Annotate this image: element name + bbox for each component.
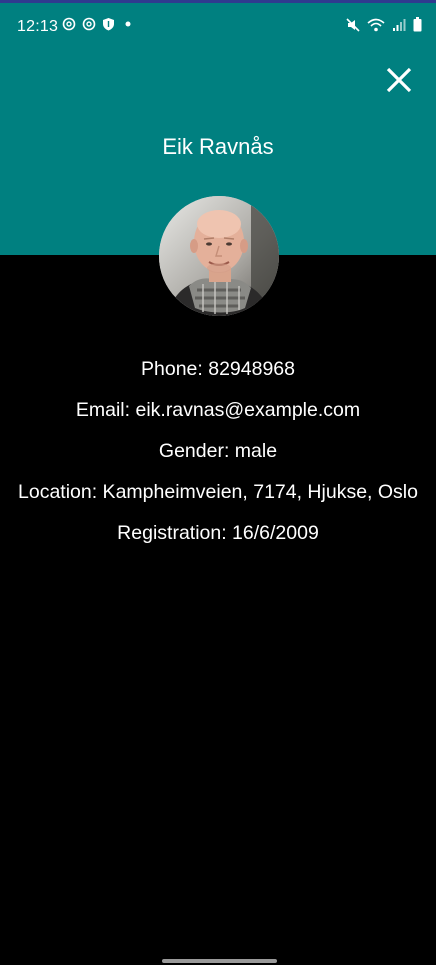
sync-icon bbox=[82, 17, 96, 31]
notification-icons bbox=[62, 17, 131, 31]
email-text: Email: eik.ravnas@example.com bbox=[75, 399, 361, 421]
mute-icon bbox=[346, 17, 360, 32]
profile-screen: 12:13 Eik Ravnås Phone: 82948968 Email: … bbox=[0, 0, 436, 965]
gender-text: Gender: male bbox=[158, 440, 278, 462]
system-status-icons bbox=[346, 17, 422, 32]
sync-icon bbox=[62, 17, 76, 31]
registration-text: Registration: 16/6/2009 bbox=[117, 522, 319, 544]
profile-name: Eik Ravnås bbox=[162, 134, 274, 159]
dot-icon bbox=[125, 21, 131, 27]
shield-icon bbox=[102, 17, 115, 31]
close-icon bbox=[386, 67, 412, 93]
status-bar: 12:13 bbox=[0, 3, 436, 49]
wifi-icon bbox=[367, 18, 385, 32]
avatar bbox=[159, 196, 279, 316]
battery-icon bbox=[413, 17, 422, 32]
close-button[interactable] bbox=[382, 63, 416, 97]
phone-text: Phone: 82948968 bbox=[141, 358, 295, 380]
status-time: 12:13 bbox=[17, 18, 59, 35]
profile-details: Phone: 82948968 Email: eik.ravnas@exampl… bbox=[12, 358, 424, 563]
user-photo-icon bbox=[159, 196, 279, 316]
signal-icon bbox=[392, 18, 406, 32]
location-text: Location: Kampheimveien, 7174, Hjukse, O… bbox=[18, 481, 418, 503]
gesture-nav-handle[interactable] bbox=[162, 959, 277, 963]
